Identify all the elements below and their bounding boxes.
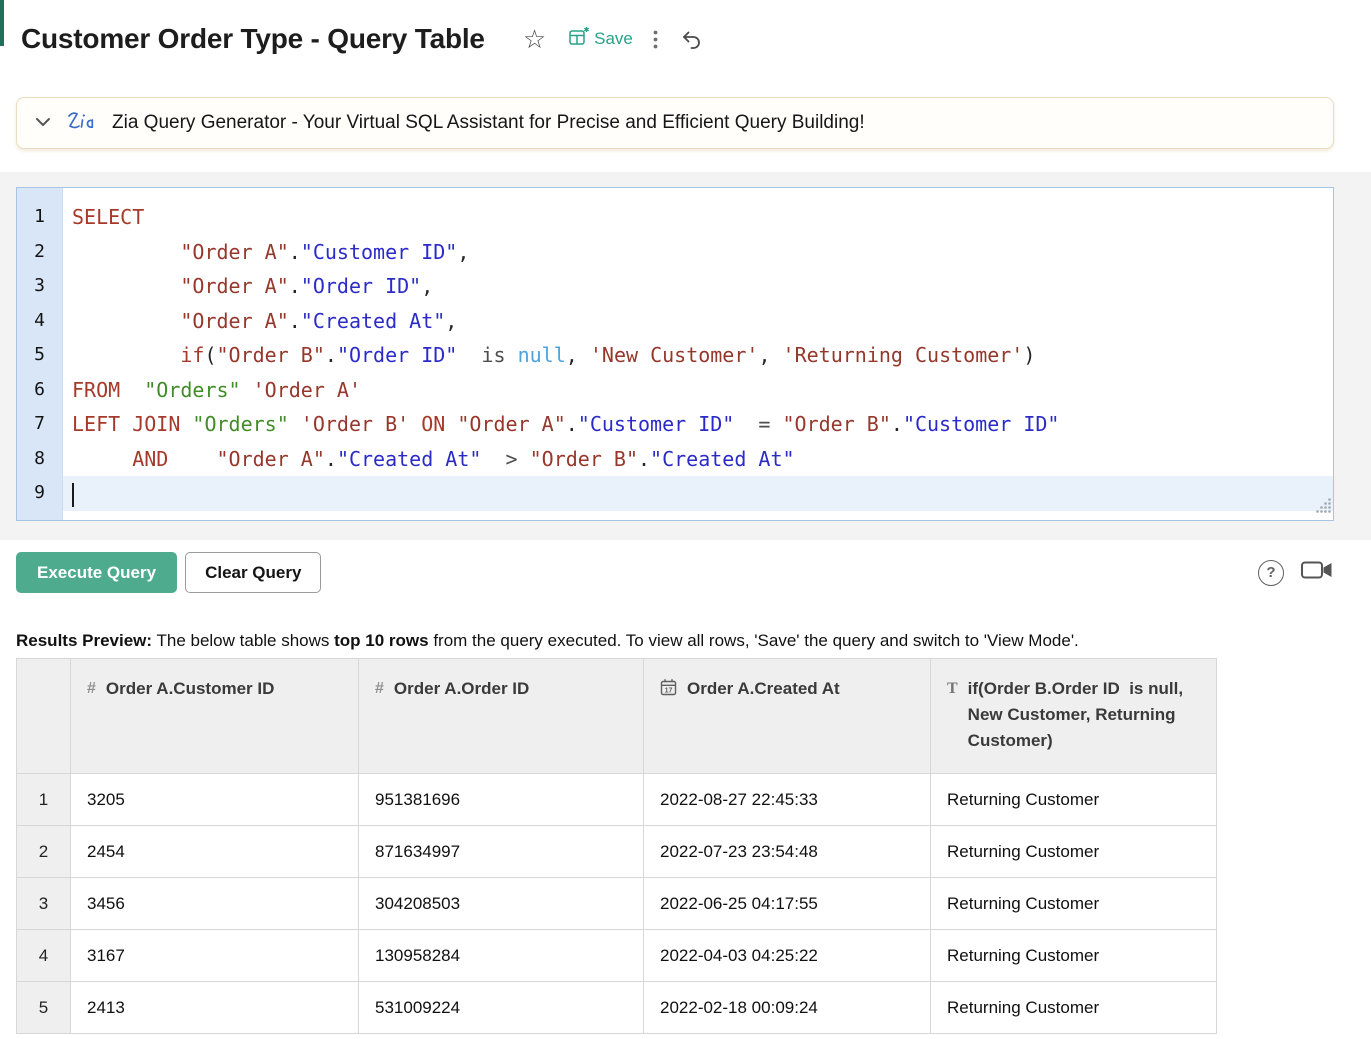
resize-grip-icon[interactable] [1316,498,1332,519]
top-rows-label: top 10 rows [334,631,428,650]
table-cell: Returning Customer [931,878,1217,930]
collapse-chevron-icon[interactable] [35,114,51,132]
line-number: 8 [17,442,62,477]
code-line[interactable]: "Order A"."Order ID", [63,269,1333,304]
column-header: # Order A.Customer ID [71,659,359,774]
code-line[interactable]: if("Order B"."Order ID" is null, 'New Cu… [63,338,1333,373]
table-row: 224548716349972022-07-23 23:54:48Returni… [17,826,1217,878]
row-number-cell: 3 [17,878,71,930]
favorite-star-icon[interactable]: ☆ [523,26,546,52]
line-number: 5 [17,338,62,373]
header-row: # Order A.Customer ID # Order A.Order ID 17 O… [17,659,1217,774]
column-header-label: if(Order B.Order ID is null, New Custome… [968,676,1200,754]
table-cell: 3456 [71,878,359,930]
execute-query-button[interactable]: Execute Query [16,552,177,593]
actions-row: Execute Query Clear Query ? [16,552,1334,593]
table-cell: Returning Customer [931,826,1217,878]
table-row: 334563042085032022-06-25 04:17:55Returni… [17,878,1217,930]
table-cell: Returning Customer [931,982,1217,1034]
table-cell: 2022-04-03 04:25:22 [644,930,931,982]
query-editor-panel: 123456789 SELECT "Order A"."Customer ID"… [0,172,1371,540]
numeric-column-icon: # [87,676,96,702]
clear-query-button[interactable]: Clear Query [185,552,321,593]
table-cell: 2413 [71,982,359,1034]
code-line[interactable] [63,476,1333,511]
table-cell: Returning Customer [931,930,1217,982]
table-cell: 871634997 [359,826,644,878]
code-line[interactable]: LEFT JOIN "Orders" 'Order B' ON "Order A… [63,407,1333,442]
column-header: 17 Order A.Created At [644,659,931,774]
results-table-body: 132059513816962022-08-27 22:45:33Returni… [17,774,1217,1034]
column-header-label: Order A.Customer ID [106,676,274,702]
line-number: 4 [17,304,62,339]
zia-banner-text: Zia Query Generator - Your Virtual SQL A… [112,112,865,134]
table-cell: 2022-07-23 23:54:48 [644,826,931,878]
title-bar: Customer Order Type - Query Table ☆ Save [21,22,1371,56]
code-line[interactable]: AND "Order A"."Created At" > "Order B"."… [63,442,1333,477]
code-line[interactable]: "Order A"."Created At", [63,304,1333,339]
column-header-label: Order A.Created At [687,676,840,702]
column-header: # Order A.Order ID [359,659,644,774]
date-column-icon: 17 [660,676,677,702]
row-number-cell: 2 [17,826,71,878]
line-number: 9 [17,476,62,511]
table-row: 524135310092242022-02-18 00:09:24Returni… [17,982,1217,1034]
results-table: # Order A.Customer ID # Order A.Order ID 17 O… [16,658,1217,1034]
zia-logo-icon [66,109,97,138]
table-cell: Returning Customer [931,774,1217,826]
results-table-header: # Order A.Customer ID # Order A.Order ID 17 O… [17,659,1217,774]
undo-icon[interactable] [680,28,703,50]
editor-gutter: 123456789 [17,188,63,520]
row-number-header [17,659,71,774]
video-tutorial-icon[interactable] [1300,558,1334,587]
code-line[interactable]: SELECT [63,200,1333,235]
save-button[interactable]: Save [568,26,633,53]
row-number-cell: 5 [17,982,71,1034]
results-preview-label: Results Preview: [16,631,152,650]
table-cell: 2022-06-25 04:17:55 [644,878,931,930]
table-row: 132059513816962022-08-27 22:45:33Returni… [17,774,1217,826]
row-number-cell: 1 [17,774,71,826]
table-cell: 304208503 [359,878,644,930]
page-title: Customer Order Type - Query Table [21,23,485,55]
save-icon [568,26,590,53]
code-line[interactable]: FROM "Orders" 'Order A' [63,373,1333,408]
table-cell: 531009224 [359,982,644,1034]
zia-banner[interactable]: Zia Query Generator - Your Virtual SQL A… [16,97,1334,149]
line-number: 6 [17,373,62,408]
line-number: 7 [17,407,62,442]
text-column-icon: T [947,676,958,702]
sql-editor[interactable]: 123456789 SELECT "Order A"."Customer ID"… [16,187,1334,521]
table-cell: 3167 [71,930,359,982]
line-number: 3 [17,269,62,304]
help-icon[interactable]: ? [1258,560,1284,586]
column-header-label: Order A.Order ID [394,676,529,702]
column-header: Tif(Order B.Order ID is null, New Custom… [931,659,1217,774]
row-number-cell: 4 [17,930,71,982]
more-options-icon[interactable] [653,30,658,49]
text-cursor [72,483,74,507]
line-number: 2 [17,235,62,270]
code-line[interactable]: "Order A"."Customer ID", [63,235,1333,270]
window-accent-strip [0,0,4,46]
save-label: Save [594,29,633,49]
table-row: 431671309582842022-04-03 04:25:22Returni… [17,930,1217,982]
table-cell: 2022-08-27 22:45:33 [644,774,931,826]
editor-code-area[interactable]: SELECT "Order A"."Customer ID", "Order A… [63,188,1333,520]
table-cell: 951381696 [359,774,644,826]
numeric-column-icon: # [375,676,384,702]
table-cell: 3205 [71,774,359,826]
table-cell: 2022-02-18 00:09:24 [644,982,931,1034]
table-cell: 130958284 [359,930,644,982]
results-preview-note: Results Preview: The below table shows t… [16,631,1355,651]
svg-text:17: 17 [665,688,673,695]
table-cell: 2454 [71,826,359,878]
line-number: 1 [17,200,62,235]
